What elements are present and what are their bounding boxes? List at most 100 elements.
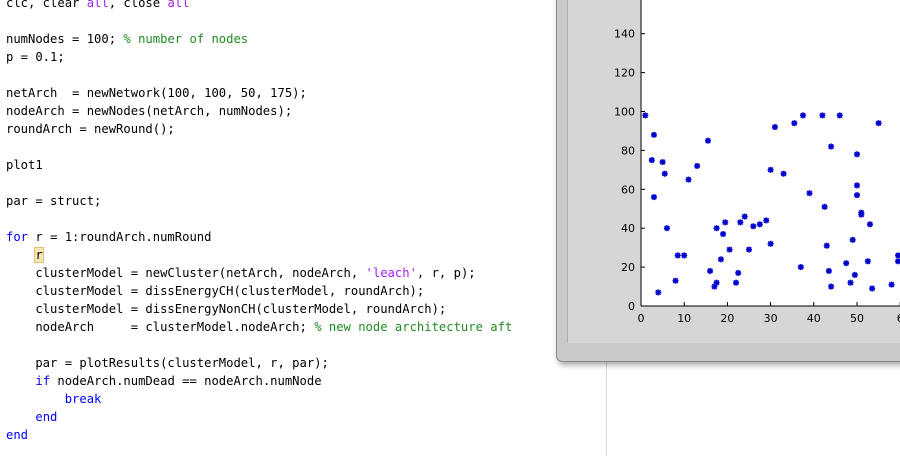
code-token: numNodes = 100;	[6, 32, 124, 46]
code-token: par = plotResults(clusterModel, r, par);	[6, 356, 329, 370]
code-token: r = 1:roundArch.numRound	[28, 230, 212, 244]
data-point	[685, 176, 692, 183]
data-point	[851, 271, 858, 278]
y-tick-label: 140	[614, 28, 635, 41]
data-point	[767, 240, 774, 247]
code-line: break	[6, 390, 102, 408]
data-point	[726, 246, 733, 253]
x-tick-label: 50	[850, 312, 864, 325]
data-point	[825, 267, 832, 274]
data-point	[661, 170, 668, 177]
data-point	[672, 277, 679, 284]
data-point	[875, 120, 882, 127]
data-point	[869, 285, 876, 292]
data-point	[659, 159, 666, 166]
data-point	[823, 242, 830, 249]
data-point	[746, 246, 752, 253]
data-point	[819, 112, 826, 119]
data-point	[854, 182, 860, 189]
data-point	[674, 252, 681, 259]
code-line: roundArch = newRound();	[6, 120, 175, 138]
code-line: end	[6, 408, 57, 426]
data-point	[888, 281, 895, 288]
y-tick-label: 40	[621, 222, 635, 235]
data-point	[717, 256, 724, 263]
code-token: clusterModel = newCluster(netArch, nodeA…	[6, 266, 366, 280]
code-token: , r, p);	[416, 266, 476, 280]
data-point	[713, 279, 720, 286]
data-point	[642, 112, 649, 119]
code-token: nodeArch = clusterModel.nodeArch;	[6, 320, 315, 334]
data-point	[713, 225, 720, 232]
code-token-kw: end	[6, 428, 29, 442]
code-line: p = 0.1;	[6, 48, 65, 66]
y-tick-label: 20	[621, 261, 635, 274]
code-line: clusterModel = dissEnergyCH(clusterModel…	[6, 282, 424, 300]
data-point	[735, 269, 742, 276]
data-point	[650, 194, 657, 201]
code-line: clusterModel = dissEnergyNonCH(clusterMo…	[6, 300, 446, 318]
data-point	[864, 258, 871, 265]
code-line: nodeArch = newNodes(netArch, numNodes);	[6, 102, 292, 120]
code-token: nodeArch = newNodes(netArch, numNodes);	[6, 104, 293, 118]
code-token: nodeArch.numDead == nodeArch.numNode	[50, 374, 322, 388]
data-point	[854, 151, 860, 158]
plot-area	[641, 0, 900, 306]
y-tick-label: 100	[614, 106, 635, 119]
code-token: clusterModel = dissEnergyNonCH(clusterMo…	[6, 302, 447, 316]
x-tick-label: 30	[764, 312, 778, 325]
x-tick-label: 40	[807, 312, 821, 325]
data-point	[663, 225, 670, 232]
code-line: netArch = newNetwork(100, 100, 50, 175);	[6, 84, 307, 102]
data-point	[858, 209, 865, 216]
figure-window[interactable]: 020406080100120140010203040506	[556, 0, 900, 362]
data-point	[895, 258, 900, 265]
data-point	[650, 131, 657, 138]
data-point	[780, 170, 787, 177]
data-point	[800, 112, 806, 119]
code-line: par = struct;	[6, 192, 101, 210]
x-tick-label: 10	[677, 312, 691, 325]
data-point	[733, 279, 740, 286]
y-tick-label: 60	[621, 183, 635, 196]
data-point	[806, 190, 813, 197]
code-token: netArch = newNetwork(100, 100, 50, 175);	[6, 86, 307, 100]
data-point	[836, 112, 843, 119]
code-token-cm: % new node architecture aft	[314, 320, 513, 334]
code-line: numNodes = 100; % number of nodes	[6, 30, 248, 48]
code-line: nodeArch = clusterModel.nodeArch; % new …	[6, 318, 512, 336]
code-token-cursor-var: r	[34, 247, 44, 263]
code-token-kw: end	[35, 410, 58, 424]
data-point	[704, 137, 711, 144]
code-token: p = 0.1;	[6, 50, 65, 64]
data-point	[767, 166, 774, 173]
data-point	[655, 289, 662, 296]
data-point	[750, 223, 757, 230]
code-token: clc, clear	[6, 0, 87, 10]
data-point	[707, 267, 714, 274]
code-line: plot1	[6, 156, 43, 174]
code-token: roundArch = newRound();	[6, 122, 175, 136]
code-line: par = plotResults(clusterModel, r, par);	[6, 354, 329, 372]
code-token-cm: % number of nodes	[123, 32, 249, 46]
data-point	[828, 283, 835, 290]
code-token-kw: break	[64, 392, 102, 406]
data-point	[847, 279, 854, 286]
data-point	[821, 203, 828, 210]
x-tick-label: 0	[638, 312, 645, 325]
code-line: end	[6, 426, 28, 444]
data-point	[797, 264, 804, 271]
y-tick-label: 120	[614, 67, 635, 80]
y-tick-label: 80	[621, 144, 635, 157]
data-point	[763, 217, 770, 224]
code-token: plot1	[6, 158, 43, 172]
code-token-str: 'leach'	[365, 266, 417, 280]
data-point	[722, 219, 729, 226]
data-point	[866, 221, 873, 228]
code-line: clusterModel = newCluster(netArch, nodeA…	[6, 264, 476, 282]
data-point	[854, 192, 860, 199]
code-token-kw: if	[35, 374, 51, 388]
